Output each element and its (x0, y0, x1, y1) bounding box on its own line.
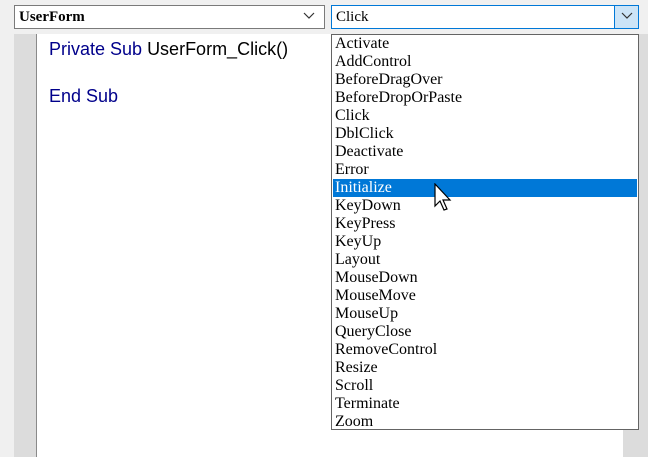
dropdown-item-error[interactable]: Error (333, 161, 637, 179)
window-left-edge (0, 34, 14, 457)
dropdown-item-dblclick[interactable]: DblClick (333, 125, 637, 143)
dropdown-item-addcontrol[interactable]: AddControl (333, 53, 637, 71)
dropdown-item-activate[interactable]: Activate (333, 35, 637, 53)
dropdown-item-queryclose[interactable]: QueryClose (333, 323, 637, 341)
dropdown-item-keyup[interactable]: KeyUp (333, 233, 637, 251)
margin-indicator-bar[interactable] (14, 34, 37, 457)
dropdown-item-zoom[interactable]: Zoom (333, 413, 637, 431)
dropdown-item-beforedroporpaste[interactable]: BeforeDropOrPaste (333, 89, 637, 107)
object-combo[interactable]: UserForm (14, 5, 325, 29)
dropdown-item-scroll[interactable]: Scroll (333, 377, 637, 395)
procedure-dropdown-list[interactable]: Activate AddControl BeforeDragOver BeforeDr… (331, 34, 639, 430)
dropdown-item-mousedown[interactable]: MouseDown (333, 269, 637, 287)
dropdown-item-deactivate[interactable]: Deactivate (333, 143, 637, 161)
procedure-combo-value: Click (336, 9, 369, 25)
dropdown-item-keydown[interactable]: KeyDown (333, 197, 637, 215)
code-line-2[interactable]: End Sub (49, 86, 118, 107)
chevron-down-icon (621, 12, 633, 19)
dropdown-item-terminate[interactable]: Terminate (333, 395, 637, 413)
dropdown-item-keypress[interactable]: KeyPress (333, 215, 637, 233)
code-window-toolbar: UserForm Click (0, 0, 648, 34)
procedure-dropdown-button[interactable] (614, 6, 638, 28)
procedure-combo[interactable]: Click (331, 5, 639, 29)
dropdown-item-removecontrol[interactable]: RemoveControl (333, 341, 637, 359)
dropdown-item-initialize[interactable]: Initialize (333, 179, 637, 197)
dropdown-item-resize[interactable]: Resize (333, 359, 637, 377)
chevron-down-icon[interactable] (302, 9, 316, 23)
dropdown-item-click[interactable]: Click (333, 107, 637, 125)
code-keyword: Private Sub (49, 39, 148, 59)
code-procedure-name: UserForm_Click() (147, 39, 289, 59)
dropdown-item-layout[interactable]: Layout (333, 251, 637, 269)
object-combo-value: UserForm (19, 9, 85, 25)
code-line-1[interactable]: Private Sub UserForm_Click() (49, 39, 288, 60)
dropdown-item-mouseup[interactable]: MouseUp (333, 305, 637, 323)
mouse-pointer-icon (434, 183, 452, 211)
dropdown-item-mousemove[interactable]: MouseMove (333, 287, 637, 305)
dropdown-item-beforedragover[interactable]: BeforeDragOver (333, 71, 637, 89)
